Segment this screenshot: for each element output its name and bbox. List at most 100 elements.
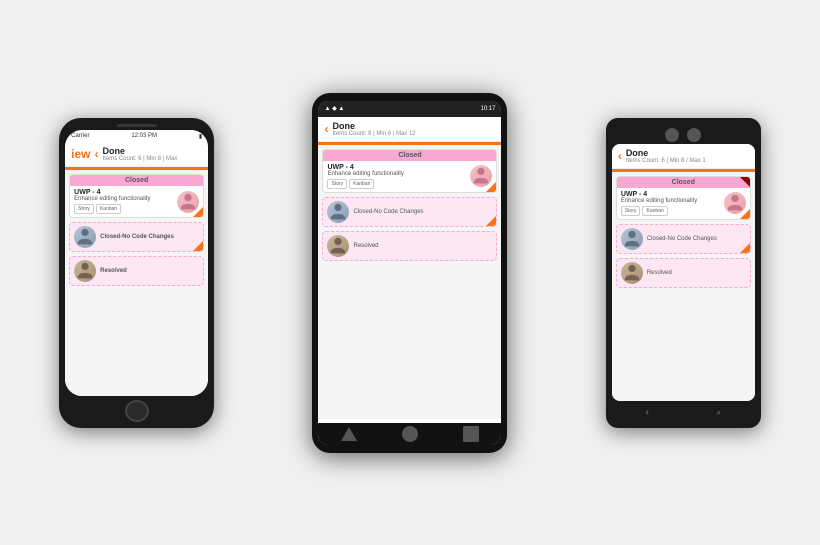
iphone-speaker	[117, 124, 157, 128]
windows-male2-icon	[621, 262, 643, 284]
iphone-card-resolved[interactable]: Resolved	[69, 256, 204, 286]
android-time: 10:17	[480, 106, 495, 112]
windows-card1-corner-top	[740, 177, 750, 187]
iphone-status-nocode: Closed-No Code Changes	[100, 234, 199, 240]
iphone-card-content-2: Closed-No Code Changes	[70, 223, 203, 251]
android-back-nav-icon[interactable]	[341, 427, 357, 441]
android-card-title-1: UWP - 4	[327, 164, 466, 171]
iphone-header-sub: Items Count: 6 | Min 8 | Max	[103, 156, 178, 162]
iphone-card-tags-1: Story Kanban	[74, 204, 173, 214]
android-status-closed: Closed	[323, 150, 496, 161]
win-search-nav[interactable]: ⌕	[717, 408, 721, 418]
windows-device: ‹ Done Items Count :6 | Min 8 / Max 1 Cl…	[606, 118, 761, 428]
android-app-body: Closed UWP - 4 Enhance editing functiona…	[318, 145, 501, 419]
android-status-nocode: Closed-No Code Changes	[353, 209, 492, 215]
iphone-avatar-male-2	[74, 226, 96, 248]
android-card-resolved[interactable]: Resolved	[322, 231, 497, 261]
iphone-status-resolved: Resolved	[100, 268, 199, 274]
iphone-card-text-2: Closed-No Code Changes	[100, 234, 199, 240]
android-tag-story: Story	[327, 179, 347, 189]
android-app-header: ‹ Done Items Count: 8 | Min 8 | Max 12	[318, 117, 501, 142]
male-person-icon	[74, 226, 96, 248]
windows-card-content-3: Resolved	[617, 259, 750, 287]
android-card-text-2: Closed-No Code Changes	[353, 209, 492, 215]
iphone-tag-story: Story	[74, 204, 94, 214]
windows-card-content-2: Closed-No Code Changes	[617, 225, 750, 253]
iphone-device: Carrier 12:03 PM ▮ iew ‹ Done Items Coun…	[59, 118, 214, 428]
iphone-card1-corner	[193, 207, 203, 217]
android-header-sub: Items Count: 8 | Min 8 | Max 12	[332, 131, 415, 137]
win-back-nav[interactable]: ‹	[646, 407, 649, 418]
android-male2-icon	[327, 235, 349, 257]
iphone-card-text-3: Resolved	[100, 268, 199, 274]
male2-person-icon	[74, 260, 96, 282]
windows-card-closed[interactable]: Closed UWP - 4 Enhance editing functiona…	[616, 176, 751, 220]
iphone-card-text-1: UWP - 4 Enhance editing functionality St…	[74, 189, 173, 214]
iphone-avatar-male2-3	[74, 260, 96, 282]
android-home-nav-icon[interactable]	[402, 426, 418, 442]
iphone-card-title-1: UWP - 4	[74, 189, 173, 196]
windows-header-sub: Items Count :6 | Min 8 / Max 1	[626, 158, 706, 164]
windows-nav-bar: ‹ ⌕	[612, 404, 755, 421]
windows-back-arrow[interactable]: ‹	[618, 149, 622, 163]
iphone-time: 12:03 PM	[131, 133, 157, 139]
android-card2-corner	[486, 216, 496, 226]
android-card-content-2: Closed-No Code Changes	[323, 198, 496, 226]
android-device: ▲ ◆ ▲ 10:17 ‹ Done Items Count: 8 | Min …	[312, 93, 507, 453]
iphone-home-button[interactable]	[125, 400, 149, 422]
windows-card-text-1: UWP - 4 Enhance editing functionality St…	[621, 191, 720, 216]
windows-card-nocode[interactable]: Closed-No Code Changes	[616, 224, 751, 254]
windows-card-desc-1: Enhance editing functionality	[621, 198, 720, 204]
android-screen: ▲ ◆ ▲ 10:17 ‹ Done Items Count: 8 | Min …	[318, 101, 501, 445]
scene: Carrier 12:03 PM ▮ iew ‹ Done Items Coun…	[0, 0, 820, 545]
battery-icon: ▮	[199, 133, 202, 140]
iphone-header-title: Done	[103, 146, 178, 156]
android-card1-corner	[486, 182, 496, 192]
iphone-back-arrow[interactable]: ‹	[95, 147, 99, 161]
iphone-card-closed[interactable]: Closed UWP - 4 Enhance editing functiona…	[69, 174, 204, 218]
windows-status-nocode: Closed-No Code Changes	[647, 236, 746, 242]
android-card-content-3: Resolved	[323, 232, 496, 260]
android-avatar-male2-3	[327, 235, 349, 257]
android-back-arrow[interactable]: ‹	[324, 122, 328, 136]
windows-top-bar	[659, 127, 707, 144]
android-card-closed[interactable]: Closed UWP - 4 Enhance editing functiona…	[322, 149, 497, 193]
iphone-back-button[interactable]: iew	[71, 147, 90, 161]
android-recents-nav-icon[interactable]	[463, 426, 479, 442]
iphone-card-nocode[interactable]: Closed-No Code Changes	[69, 222, 204, 252]
iphone-app-body: Closed UWP - 4 Enhance editing functiona…	[65, 170, 208, 396]
windows-card-text-2: Closed-No Code Changes	[647, 236, 746, 242]
windows-card1-corner	[740, 209, 750, 219]
windows-avatar-male-2	[621, 228, 643, 250]
iphone-card-content-3: Resolved	[70, 257, 203, 285]
android-status-resolved: Resolved	[353, 243, 492, 249]
iphone-card-content-1: UWP - 4 Enhance editing functionality St…	[70, 186, 203, 217]
android-nav-bar	[318, 423, 501, 445]
windows-card-title-1: UWP - 4	[621, 191, 720, 198]
windows-card-resolved[interactable]: Resolved	[616, 258, 751, 288]
windows-app-header: ‹ Done Items Count :6 | Min 8 / Max 1	[612, 144, 755, 169]
android-card-desc-1: Enhance editing functionality	[327, 171, 466, 177]
android-signal-icons: ▲ ◆ ▲	[324, 105, 344, 112]
android-status-bar: ▲ ◆ ▲ 10:17	[318, 101, 501, 117]
windows-card-tags-1: Story Kanban	[621, 206, 720, 216]
iphone-card2-corner	[193, 241, 203, 251]
android-card-nocode[interactable]: Closed-No Code Changes	[322, 197, 497, 227]
windows-status-resolved: Resolved	[647, 270, 746, 276]
iphone-card-desc-1: Enhance editing functionality	[74, 196, 173, 202]
windows-card-content-1: UWP - 4 Enhance editing functionality St…	[617, 188, 750, 219]
windows-screen: ‹ Done Items Count :6 | Min 8 / Max 1 Cl…	[612, 144, 755, 401]
windows-avatar-male2-3	[621, 262, 643, 284]
android-card-content-1: UWP - 4 Enhance editing functionality St…	[323, 161, 496, 192]
android-card-text-3: Resolved	[353, 243, 492, 249]
iphone-status-closed: Closed	[70, 175, 203, 186]
windows-status-closed: Closed	[617, 177, 750, 188]
android-card-text-1: UWP - 4 Enhance editing functionality St…	[327, 164, 466, 189]
iphone-tag-kanban: Kanban	[96, 204, 121, 214]
win-icon-2	[687, 128, 701, 142]
android-male-icon	[327, 201, 349, 223]
android-header-title: Done	[332, 121, 415, 131]
win-icon-1	[665, 128, 679, 142]
windows-tag-story: Story	[621, 206, 641, 216]
iphone-screen: Carrier 12:03 PM ▮ iew ‹ Done Items Coun…	[65, 130, 208, 396]
